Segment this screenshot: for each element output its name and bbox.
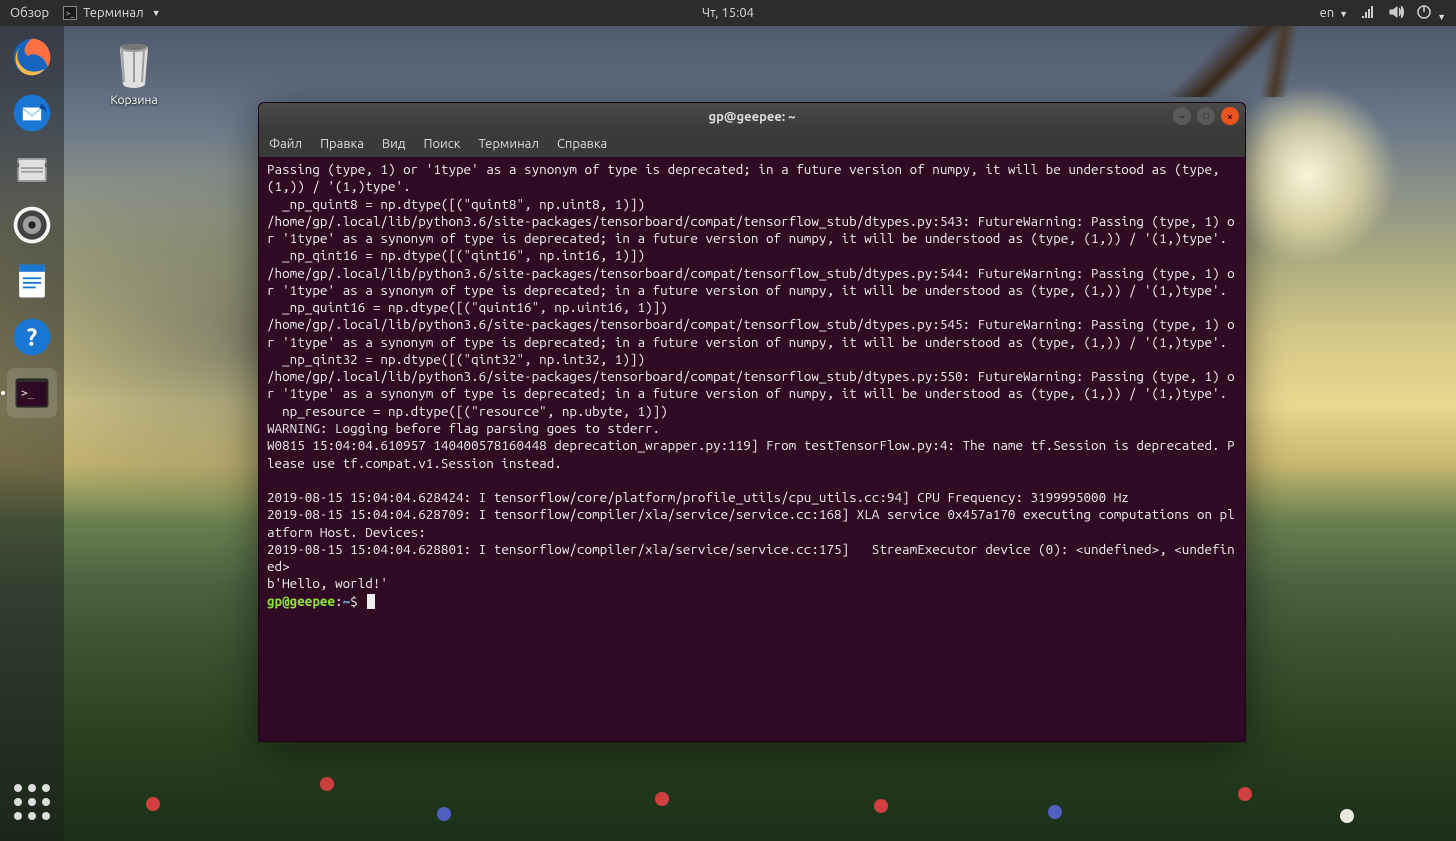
- power-icon[interactable]: ▼: [1416, 4, 1446, 23]
- clock[interactable]: Чт, 15:04: [702, 6, 754, 20]
- dock-item-thunderbird[interactable]: [7, 88, 57, 138]
- chevron-down-icon: ▼: [1437, 12, 1446, 22]
- terminal-menubar: Файл Правка Вид Поиск Терминал Справка: [259, 131, 1245, 157]
- app-menu-label: Терминал: [83, 6, 143, 20]
- top-panel: Обзор >_ Терминал ▼ Чт, 15:04 en ▼ ▼: [0, 0, 1456, 26]
- terminal-icon: >_: [63, 6, 77, 20]
- dock: ? >_: [0, 26, 64, 841]
- network-icon[interactable]: [1360, 4, 1376, 23]
- menu-help[interactable]: Справка: [557, 137, 607, 151]
- window-maximize-button[interactable]: □: [1197, 107, 1215, 125]
- menu-search[interactable]: Поиск: [423, 137, 460, 151]
- menu-file[interactable]: Файл: [269, 137, 302, 151]
- dock-item-help[interactable]: ?: [7, 312, 57, 362]
- keyboard-layout-indicator[interactable]: en ▼: [1320, 6, 1349, 20]
- window-title: gp@geepee: ~: [708, 110, 795, 124]
- svg-text:>_: >_: [21, 387, 35, 400]
- app-menu-terminal[interactable]: >_ Терминал ▼: [63, 6, 160, 20]
- dock-item-firefox[interactable]: [7, 32, 57, 82]
- show-applications-button[interactable]: [7, 777, 57, 827]
- desktop-trash-label: Корзина: [94, 94, 174, 107]
- dock-item-writer[interactable]: [7, 256, 57, 306]
- dock-item-files[interactable]: [7, 144, 57, 194]
- apps-grid-icon: [14, 784, 50, 820]
- terminal-body[interactable]: Passing (type, 1) or '1type' as a synony…: [259, 157, 1245, 741]
- activities-button[interactable]: Обзор: [10, 6, 49, 20]
- menu-view[interactable]: Вид: [382, 137, 406, 151]
- desktop-trash[interactable]: Корзина: [94, 38, 174, 107]
- svg-text:?: ?: [27, 323, 37, 350]
- window-close-button[interactable]: ×: [1221, 107, 1239, 125]
- volume-icon[interactable]: [1388, 4, 1404, 23]
- dock-item-terminal[interactable]: >_: [7, 368, 57, 418]
- window-minimize-button[interactable]: –: [1173, 107, 1191, 125]
- terminal-window: gp@geepee: ~ – □ × Файл Правка Вид Поиск…: [258, 102, 1246, 742]
- chevron-down-icon: ▼: [1339, 9, 1348, 19]
- menu-terminal[interactable]: Терминал: [478, 137, 538, 151]
- chevron-down-icon: ▼: [152, 8, 161, 18]
- window-titlebar[interactable]: gp@geepee: ~ – □ ×: [259, 103, 1245, 131]
- menu-edit[interactable]: Правка: [320, 137, 364, 151]
- dock-item-rhythmbox[interactable]: [7, 200, 57, 250]
